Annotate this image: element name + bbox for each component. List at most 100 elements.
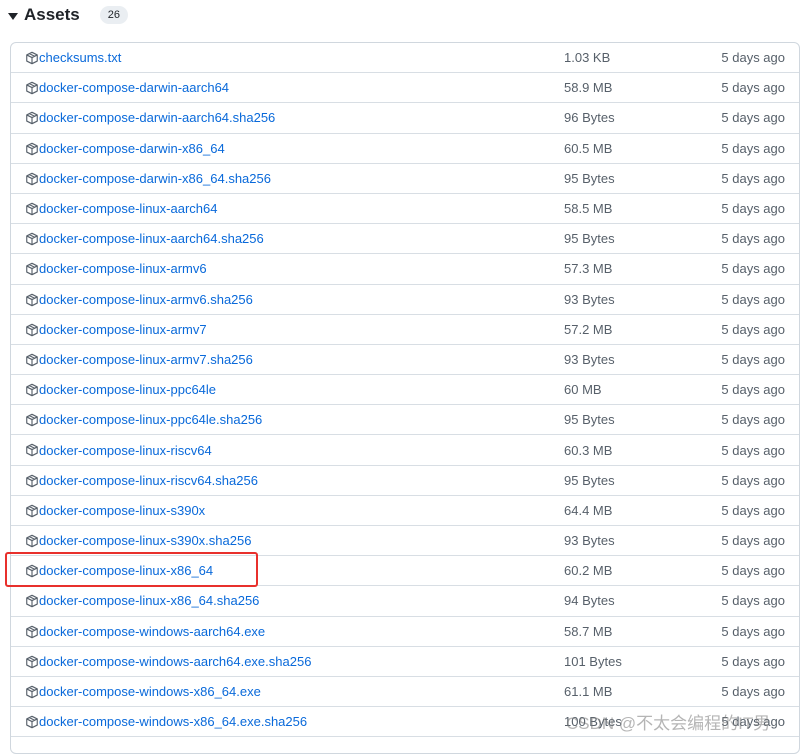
asset-date: 5 days ago: [721, 442, 785, 458]
assets-list: checksums.txt 1.03 KB 5 days ago docker-com…: [10, 42, 800, 754]
asset-row: docker-compose-linux-s390x 64.4 MB 5 days …: [11, 496, 799, 526]
package-icon: [25, 232, 39, 246]
asset-link[interactable]: docker-compose-windows-x86_64.exe: [39, 684, 261, 699]
asset-link[interactable]: docker-compose-linux-aarch64.sha256: [39, 231, 264, 246]
asset-size: 60.2 MB: [564, 563, 613, 579]
asset-size: 60 MB: [564, 382, 602, 398]
package-icon: [25, 293, 39, 307]
asset-date: 5 days ago: [721, 593, 785, 609]
asset-link[interactable]: docker-compose-linux-armv6: [39, 261, 207, 276]
package-icon: [25, 594, 39, 608]
asset-size: 93 Bytes: [564, 533, 615, 549]
asset-link[interactable]: docker-compose-linux-s390x: [39, 503, 205, 518]
asset-size: 60.3 MB: [564, 442, 613, 458]
watermark: CSDN @不太会编程的IT男: [566, 714, 771, 733]
asset-size: 95 Bytes: [564, 170, 615, 186]
asset-date: 5 days ago: [721, 351, 785, 367]
package-icon: [25, 625, 39, 639]
asset-row: docker-compose-darwin-aarch64.sha256 96 B…: [11, 103, 799, 134]
asset-row: docker-compose-linux-aarch64 58.5 MB 5 day…: [11, 194, 799, 225]
asset-date: 5 days ago: [721, 201, 785, 217]
asset-size: 95 Bytes: [564, 472, 615, 488]
package-icon: [25, 715, 39, 729]
package-icon: [25, 202, 39, 216]
asset-row: docker-compose-linux-riscv64 60.3 MB 5 day…: [11, 435, 799, 466]
package-icon: [25, 564, 39, 578]
asset-row: docker-compose-linux-x86_64 60.2 MB 5 days…: [11, 556, 799, 587]
asset-size: 93 Bytes: [564, 291, 615, 307]
asset-date: 5 days ago: [721, 563, 785, 579]
package-icon: [25, 142, 39, 156]
asset-size: 60.5 MB: [564, 140, 613, 156]
asset-row: docker-compose-linux-s390x.sha256 93 Byte…: [11, 526, 799, 557]
asset-row: docker-compose-windows-aarch64.exe 58.7 M…: [11, 617, 799, 647]
asset-link[interactable]: docker-compose-linux-aarch64: [39, 201, 217, 216]
asset-row: docker-compose-linux-riscv64.sha256 95 By…: [11, 466, 799, 496]
asset-size: 58.7 MB: [564, 623, 613, 639]
asset-row: docker-compose-linux-armv6 57.3 MB 5 days …: [11, 254, 799, 285]
asset-link[interactable]: docker-compose-linux-ppc64le.sha256: [39, 412, 262, 427]
asset-row: docker-compose-windows-aarch64.exe.sha25…: [11, 647, 799, 677]
asset-size: 96 Bytes: [564, 110, 615, 126]
asset-date: 5 days ago: [721, 684, 785, 700]
asset-link[interactable]: docker-compose-linux-armv7: [39, 322, 207, 337]
asset-size: 1.03 KB: [564, 50, 611, 66]
asset-size: 64.4 MB: [564, 502, 613, 518]
package-icon: [25, 443, 39, 457]
package-icon: [25, 383, 39, 397]
asset-link[interactable]: docker-compose-linux-riscv64.sha256: [39, 473, 258, 488]
asset-link[interactable]: docker-compose-windows-aarch64.exe: [39, 624, 265, 639]
asset-size: 58.5 MB: [564, 201, 613, 217]
asset-link[interactable]: docker-compose-linux-s390x.sha256: [39, 533, 251, 548]
asset-date: 5 days ago: [721, 623, 785, 639]
asset-link[interactable]: docker-compose-linux-riscv64: [39, 443, 212, 458]
asset-date: 5 days ago: [721, 321, 785, 337]
package-icon: [25, 111, 39, 125]
asset-date: 5 days ago: [721, 412, 785, 428]
asset-row: docker-compose-darwin-aarch64 58.9 MB 5 da…: [11, 73, 799, 104]
asset-date: 5 days ago: [721, 472, 785, 488]
asset-date: 5 days ago: [721, 291, 785, 307]
asset-row: docker-compose-linux-ppc64le.sha256 95 By…: [11, 405, 799, 436]
assets-title: Assets: [24, 5, 80, 24]
asset-link[interactable]: docker-compose-windows-aarch64.exe.sha25…: [39, 654, 311, 669]
asset-link[interactable]: docker-compose-linux-armv7.sha256: [39, 352, 253, 367]
asset-date: 5 days ago: [721, 80, 785, 96]
asset-size: 58.9 MB: [564, 80, 613, 96]
package-icon: [25, 504, 39, 518]
asset-link[interactable]: docker-compose-darwin-aarch64.sha256: [39, 110, 275, 125]
assets-count-badge: 26: [99, 6, 129, 24]
package-icon: [25, 474, 39, 488]
asset-link[interactable]: docker-compose-linux-ppc64le: [39, 382, 216, 397]
asset-row: docker-compose-linux-aarch64.sha256 95 By…: [11, 224, 799, 255]
caret-down-icon[interactable]: [8, 12, 18, 20]
asset-date: 5 days ago: [721, 231, 785, 247]
asset-row: docker-compose-linux-ppc64le 60 MB 5 days …: [11, 375, 799, 406]
asset-date: 5 days ago: [721, 140, 785, 156]
asset-link[interactable]: docker-compose-linux-x86_64.sha256: [39, 593, 259, 608]
asset-date: 5 days ago: [721, 110, 785, 126]
asset-date: 5 days ago: [721, 50, 785, 66]
asset-row: checksums.txt 1.03 KB 5 days ago: [11, 43, 799, 74]
package-icon: [25, 51, 39, 65]
asset-size: 95 Bytes: [564, 231, 615, 247]
asset-date: 5 days ago: [721, 170, 785, 186]
package-icon: [25, 685, 39, 699]
asset-row: docker-compose-darwin-x86_64.sha256 95 By…: [11, 164, 799, 194]
assets-header[interactable]: Assets 26: [8, 2, 129, 28]
asset-link[interactable]: checksums.txt: [39, 50, 121, 65]
asset-row: docker-compose-darwin-x86_64 60.5 MB 5 day…: [11, 134, 799, 164]
asset-row: docker-compose-linux-x86_64.sha256 94 Byt…: [11, 586, 799, 617]
asset-size: 95 Bytes: [564, 412, 615, 428]
asset-size: 101 Bytes: [564, 653, 622, 669]
asset-link[interactable]: docker-compose-linux-armv6.sha256: [39, 292, 253, 307]
asset-link[interactable]: docker-compose-darwin-x86_64.sha256: [39, 171, 271, 186]
asset-size: 94 Bytes: [564, 593, 615, 609]
asset-link[interactable]: docker-compose-darwin-x86_64: [39, 141, 225, 156]
asset-link[interactable]: docker-compose-darwin-aarch64: [39, 80, 229, 95]
asset-link[interactable]: docker-compose-windows-x86_64.exe.sha256: [39, 714, 307, 729]
package-icon: [25, 262, 39, 276]
package-icon: [25, 81, 39, 95]
asset-link[interactable]: docker-compose-linux-x86_64: [39, 563, 213, 578]
asset-row: docker-compose-windows-x86_64.exe 61.1 MB…: [11, 677, 799, 708]
